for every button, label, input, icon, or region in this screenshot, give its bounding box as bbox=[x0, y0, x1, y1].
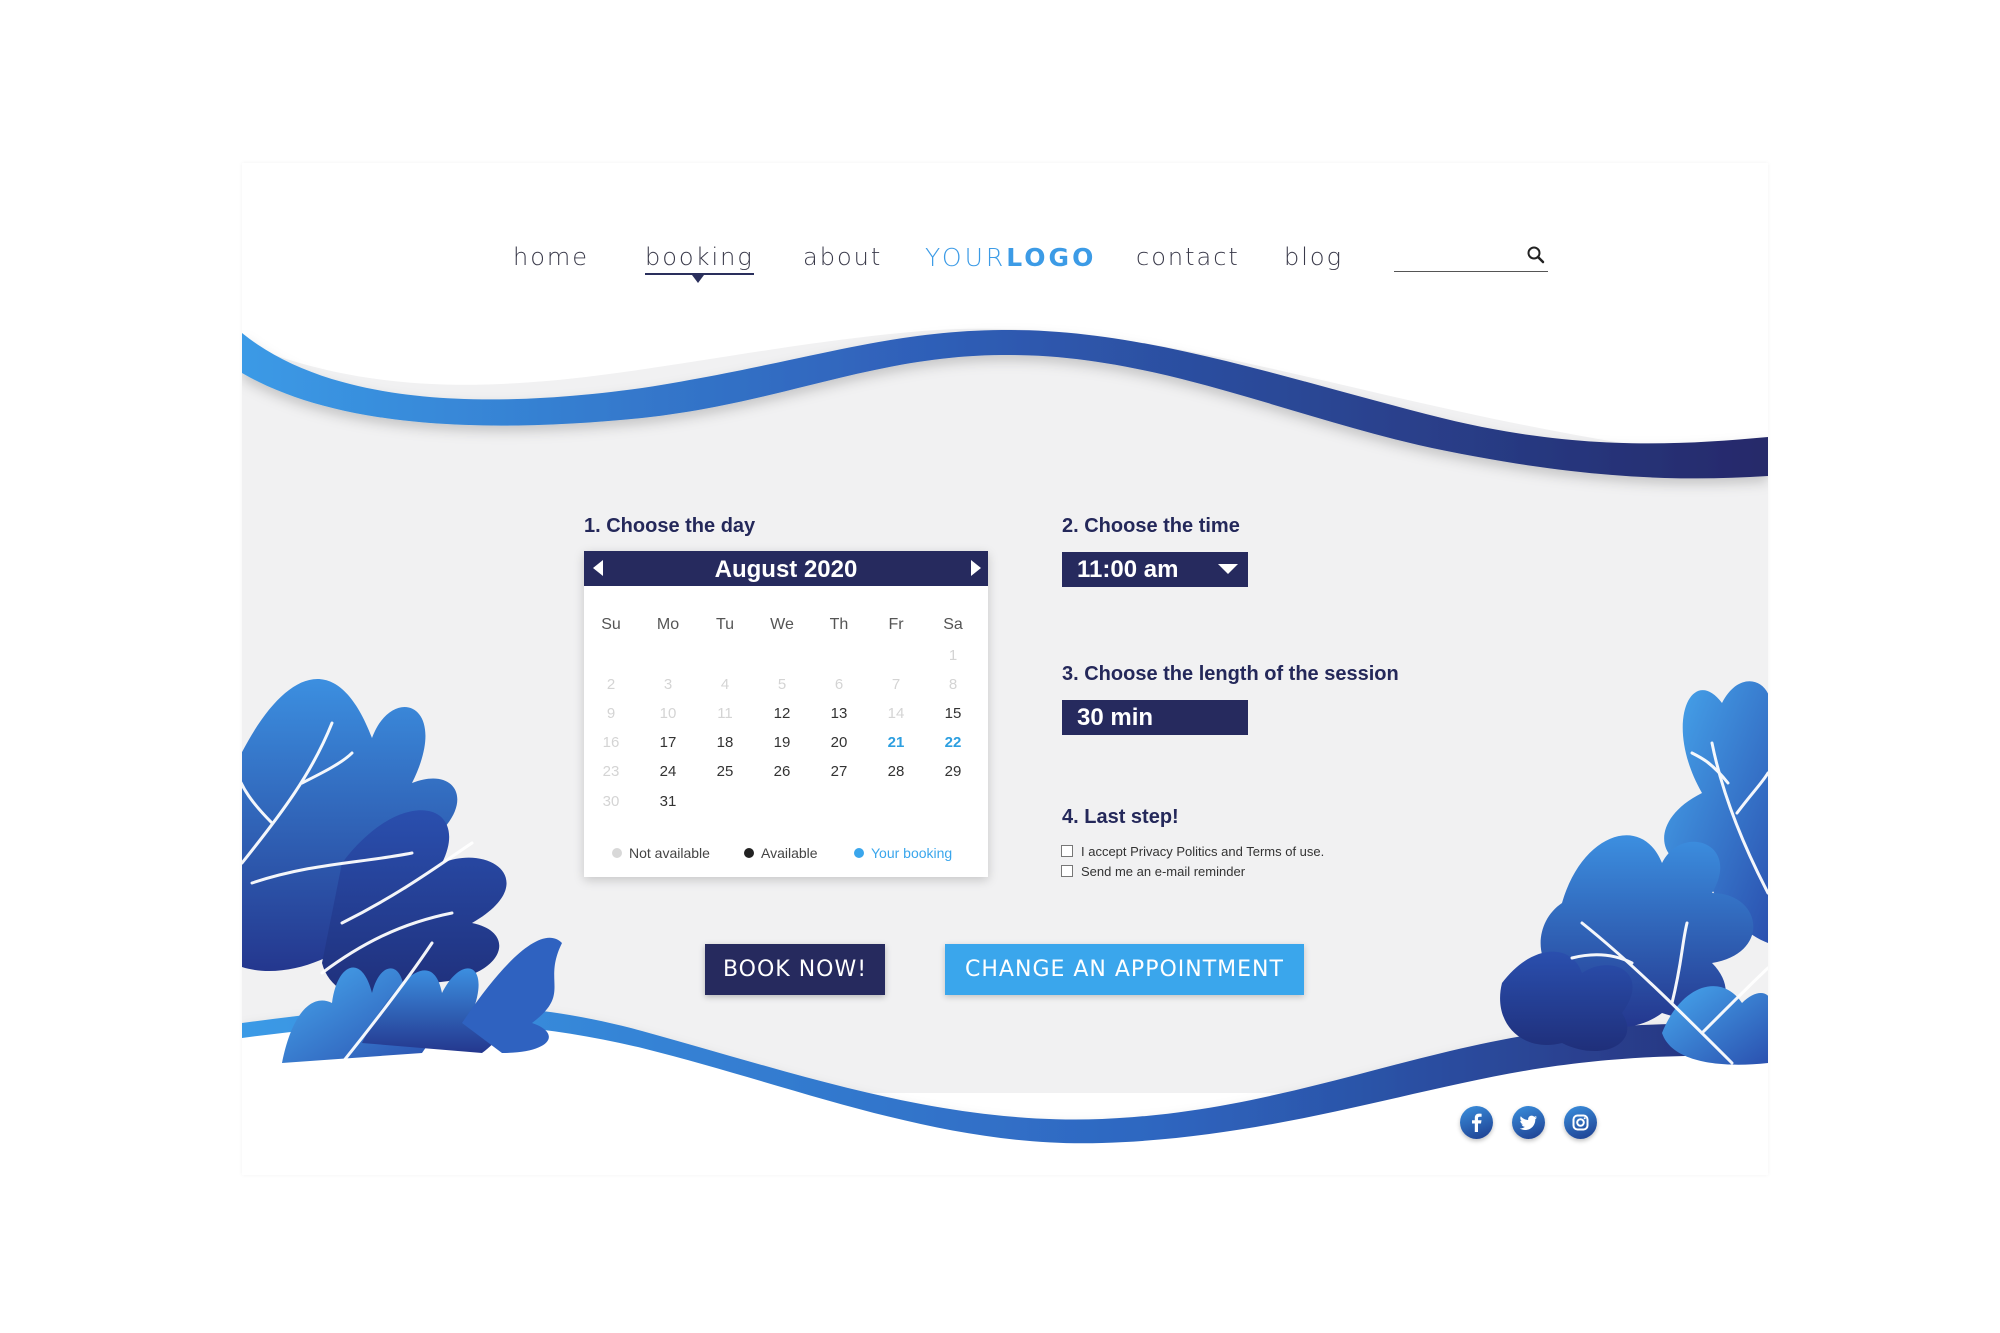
calendar-day[interactable]: 12 bbox=[762, 705, 802, 722]
facebook-icon[interactable] bbox=[1460, 1106, 1493, 1139]
logo-text-bold: LOGO bbox=[1006, 243, 1097, 272]
email-reminder-label: Send me an e-mail reminder bbox=[1081, 864, 1246, 879]
calendar: August 2020 Su Mo Tu We Th Fr Sa 1 2 3 4 5 6 7 8 9 10 11 1… bbox=[584, 551, 988, 877]
accept-terms-label: I accept Privacy Politics and Terms of u… bbox=[1081, 844, 1325, 859]
calendar-day[interactable]: 13 bbox=[819, 705, 859, 722]
weekday-header: Sa bbox=[943, 616, 963, 633]
not-available-dot-icon bbox=[612, 848, 622, 858]
weekday-header: Th bbox=[829, 616, 849, 633]
search-input[interactable] bbox=[1394, 241, 1526, 271]
calendar-day: 5 bbox=[777, 676, 787, 693]
calendar-day[interactable]: 29 bbox=[933, 763, 973, 780]
calendar-day: 23 bbox=[602, 763, 620, 780]
search-bar bbox=[1394, 241, 1548, 272]
change-appointment-button[interactable]: CHANGE AN APPOINTMENT bbox=[945, 944, 1304, 995]
nav-link-blog[interactable]: blog bbox=[1284, 243, 1343, 271]
calendar-day: 8 bbox=[948, 676, 958, 693]
calendar-day: 11 bbox=[717, 705, 733, 722]
calendar-day[interactable]: 20 bbox=[819, 734, 859, 751]
logo-text-light: YOUR bbox=[925, 243, 1007, 272]
legend-your-booking-label: Your booking bbox=[871, 845, 953, 861]
calendar-day: 16 bbox=[602, 734, 620, 751]
search-icon[interactable] bbox=[1526, 245, 1546, 265]
time-select[interactable]: 11:00 am bbox=[1062, 552, 1248, 587]
legend-not-available: Not available bbox=[612, 845, 710, 861]
time-select-value: 11:00 am bbox=[1077, 556, 1179, 583]
twitter-icon[interactable] bbox=[1512, 1106, 1545, 1139]
calendar-day: 1 bbox=[948, 647, 958, 664]
calendar-day[interactable]: 18 bbox=[705, 734, 745, 751]
calendar-day[interactable]: 22 bbox=[933, 734, 973, 751]
calendar-day[interactable]: 24 bbox=[648, 763, 688, 780]
site-logo[interactable]: YOURLOGO bbox=[925, 243, 1096, 272]
accept-terms-checkbox[interactable] bbox=[1061, 845, 1073, 857]
weekday-header: Su bbox=[601, 616, 621, 633]
nav-link-about[interactable]: about bbox=[803, 243, 882, 271]
calendar-day: 2 bbox=[606, 676, 616, 693]
calendar-day[interactable]: 17 bbox=[648, 734, 688, 751]
calendar-day: 7 bbox=[891, 676, 901, 693]
calendar-day[interactable]: 27 bbox=[819, 763, 859, 780]
step-3-title: 3. Choose the length of the session bbox=[1062, 663, 1399, 685]
step-2-title: 2. Choose the time bbox=[1062, 515, 1240, 537]
legend-available-label: Available bbox=[761, 845, 818, 861]
weekday-header: Fr bbox=[888, 616, 904, 633]
legend-available: Available bbox=[744, 845, 818, 861]
calendar-day[interactable]: 21 bbox=[876, 734, 916, 751]
step-1-title: 1. Choose the day bbox=[584, 515, 756, 537]
calendar-header: August 2020 bbox=[584, 551, 988, 586]
step-4-title: 4. Last step! bbox=[1062, 806, 1179, 828]
calendar-day: 30 bbox=[602, 793, 620, 810]
prev-month-arrow-icon[interactable] bbox=[593, 560, 603, 576]
calendar-day[interactable]: 25 bbox=[705, 763, 745, 780]
book-now-button[interactable]: BOOK NOW! bbox=[705, 944, 885, 995]
calendar-day[interactable]: 31 bbox=[648, 793, 688, 810]
email-reminder-checkbox[interactable] bbox=[1061, 865, 1073, 877]
weekday-header: We bbox=[770, 616, 794, 633]
accept-terms-checkbox-row[interactable]: I accept Privacy Politics and Terms of u… bbox=[1061, 843, 1324, 859]
weekday-header: Tu bbox=[715, 616, 735, 633]
session-length-select[interactable]: 30 min bbox=[1062, 700, 1248, 735]
chevron-down-icon bbox=[1218, 564, 1238, 574]
calendar-day: 10 bbox=[659, 705, 677, 722]
email-reminder-checkbox-row[interactable]: Send me an e-mail reminder bbox=[1061, 863, 1245, 879]
calendar-day[interactable]: 19 bbox=[762, 734, 802, 751]
calendar-day[interactable]: 15 bbox=[933, 705, 973, 722]
available-dot-icon bbox=[744, 848, 754, 858]
nav-link-contact[interactable]: contact bbox=[1136, 243, 1240, 271]
legend-your-booking: Your booking bbox=[854, 845, 952, 861]
your-booking-dot-icon bbox=[854, 848, 864, 858]
weekday-header: Mo bbox=[656, 616, 680, 633]
instagram-icon[interactable] bbox=[1564, 1106, 1597, 1139]
calendar-day: 6 bbox=[834, 676, 844, 693]
session-length-value: 30 min bbox=[1077, 704, 1154, 731]
calendar-day: 9 bbox=[606, 705, 616, 722]
calendar-month-label: August 2020 bbox=[714, 556, 858, 583]
booking-page: home booking about YOURLOGO contact blog… bbox=[242, 163, 1768, 1175]
calendar-day: 4 bbox=[720, 676, 730, 693]
calendar-day: 14 bbox=[887, 705, 905, 722]
legend-not-available-label: Not available bbox=[629, 845, 710, 861]
calendar-day[interactable]: 26 bbox=[762, 763, 802, 780]
next-month-arrow-icon[interactable] bbox=[971, 560, 981, 576]
nav-link-home[interactable]: home bbox=[513, 243, 589, 271]
nav-link-booking[interactable]: booking bbox=[645, 243, 754, 275]
active-tab-indicator bbox=[692, 275, 704, 283]
calendar-day: 3 bbox=[663, 676, 673, 693]
calendar-day[interactable]: 28 bbox=[876, 763, 916, 780]
decorative-background bbox=[242, 328, 1768, 1175]
